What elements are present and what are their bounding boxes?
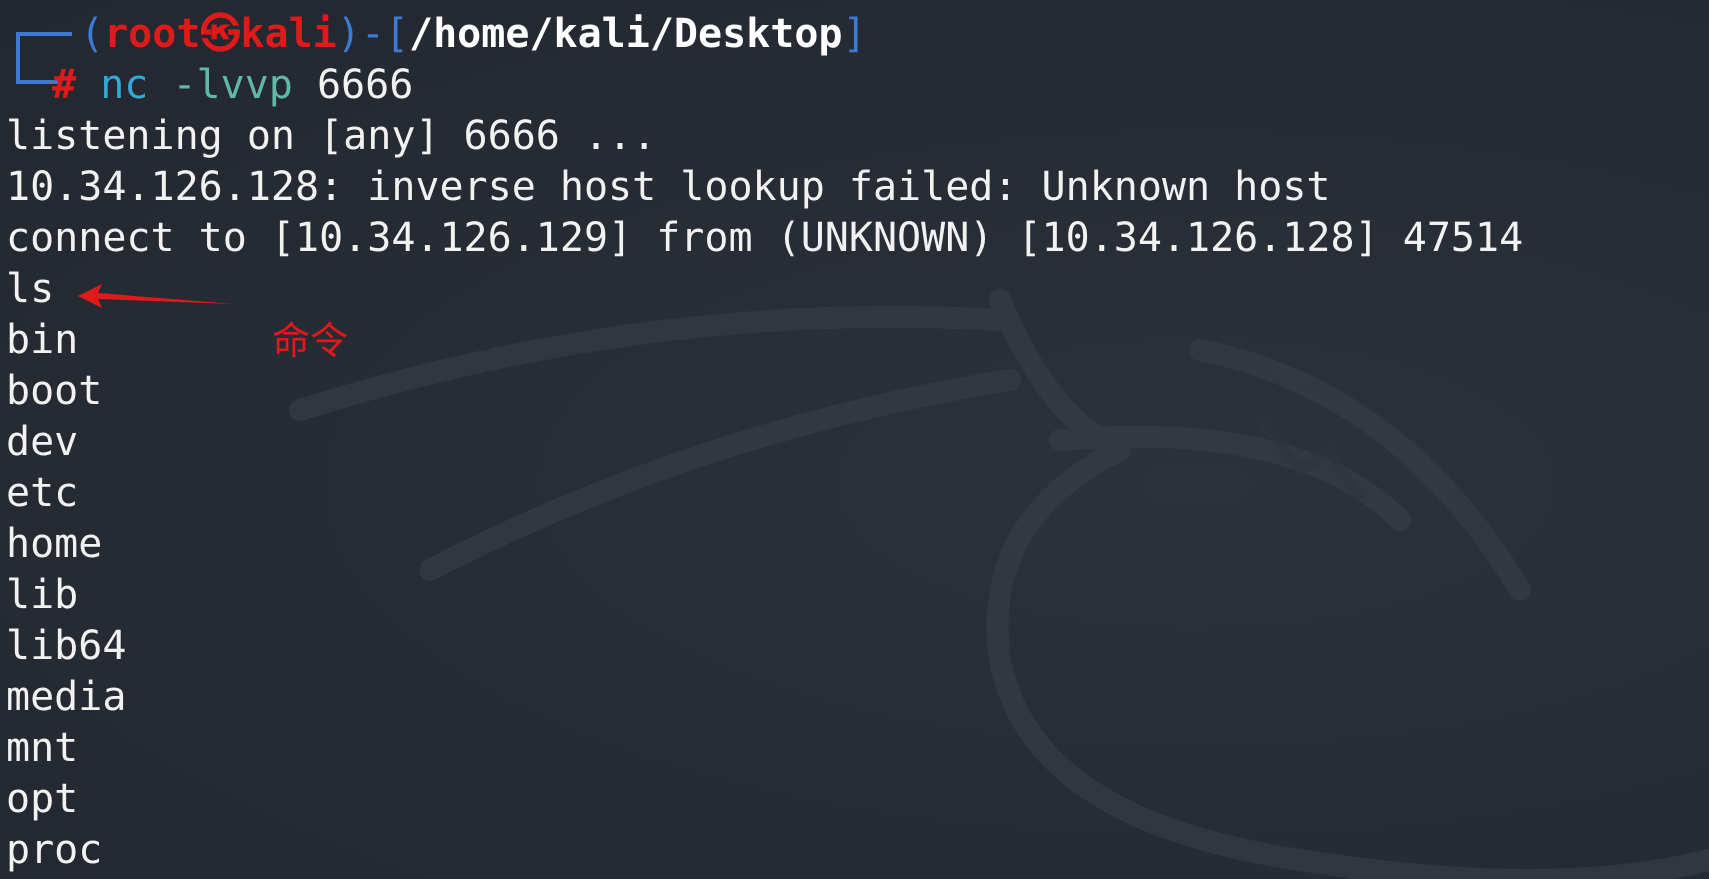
- output-line: dev: [6, 419, 79, 465]
- prompt-open-paren: (: [80, 11, 105, 57]
- output-line: ls: [6, 266, 55, 312]
- output-line: home: [6, 521, 103, 567]
- annotation-arrow-icon: [78, 284, 234, 308]
- command-line[interactable]: # nc -lvvp 6666: [52, 60, 413, 111]
- output-line: bin: [6, 317, 79, 363]
- output-line: etc: [6, 470, 79, 516]
- output-line: 10.34.126.128: inverse host lookup faile…: [6, 164, 1331, 210]
- output-line: boot: [6, 368, 103, 414]
- command-flags: -lvvp: [172, 62, 293, 108]
- output-line: mnt: [6, 725, 79, 771]
- prompt-close-paren: ): [336, 11, 361, 57]
- output-line: connect to [10.34.126.129] from (UNKNOWN…: [6, 215, 1524, 261]
- output-line: listening on [any] 6666 ...: [6, 113, 657, 159]
- output-line: proc: [6, 827, 103, 873]
- prompt-path: /home/kali/Desktop: [409, 11, 843, 57]
- output-line: opt: [6, 776, 79, 822]
- kali-host-icon: ㉿: [200, 11, 241, 57]
- prompt-dash: -[: [360, 11, 410, 57]
- output-line: media: [6, 674, 127, 720]
- prompt-path-close: ]: [842, 11, 867, 57]
- prompt-user: root: [104, 11, 201, 57]
- prompt-host: kali: [240, 11, 337, 57]
- prompt-line: (root㉿kali)-[/home/kali/Desktop]: [80, 9, 867, 60]
- terminal-window[interactable]: (root㉿kali)-[/home/kali/Desktop] # nc -l…: [0, 0, 1709, 879]
- output-line: lib64: [6, 623, 127, 669]
- output-line: lib: [6, 572, 79, 618]
- annotation-label: 命令: [272, 319, 349, 363]
- prompt-hash: #: [52, 62, 77, 108]
- command-name: nc: [100, 62, 149, 108]
- command-port: 6666: [316, 62, 414, 108]
